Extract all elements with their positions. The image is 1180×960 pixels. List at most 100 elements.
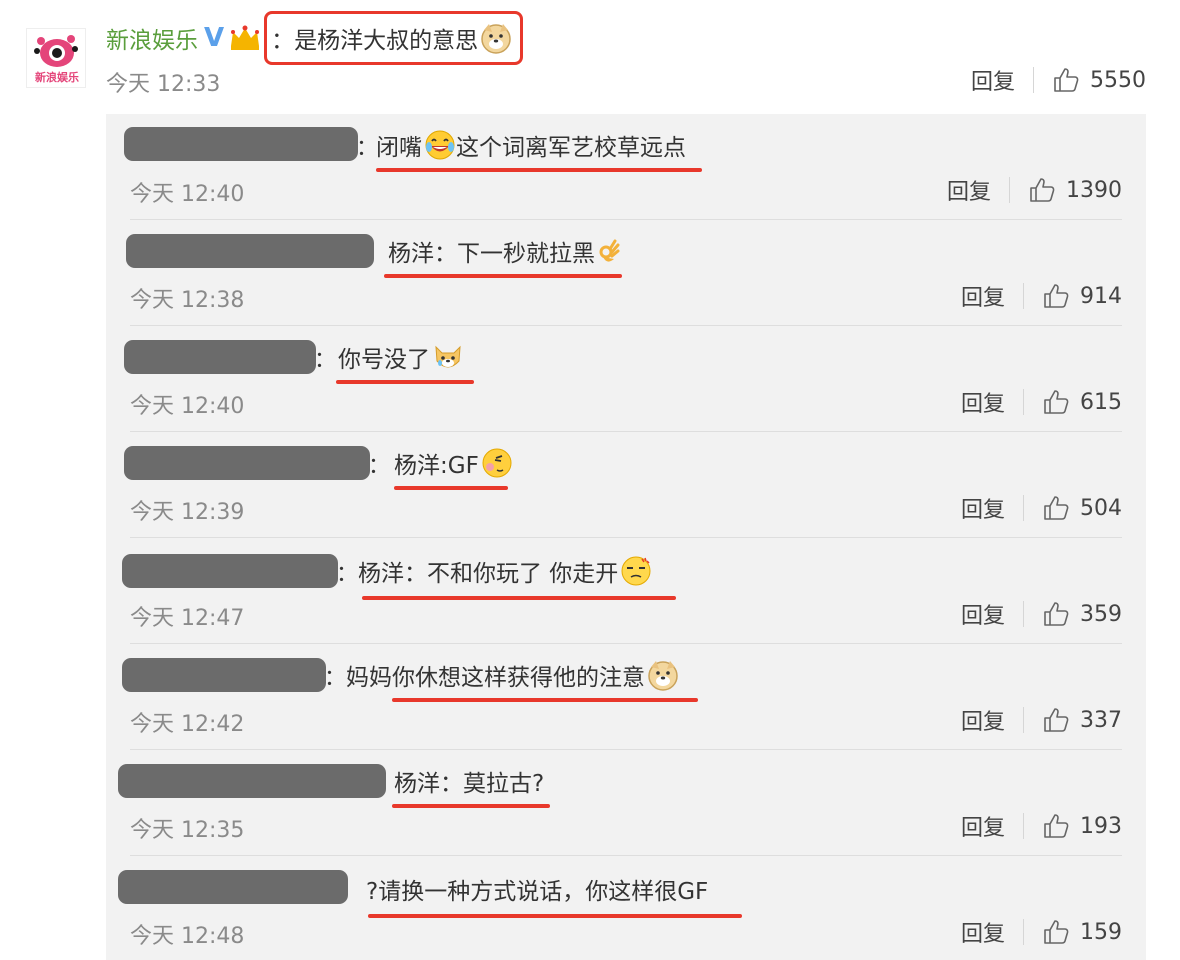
author-name[interactable]: 新浪娱乐 (106, 21, 198, 55)
reply-button[interactable]: 回复 (947, 174, 991, 206)
divider (1023, 919, 1024, 945)
thumbs-up-icon[interactable] (1028, 176, 1056, 204)
reply-time: 今天 12:39 (130, 500, 245, 525)
divider (1023, 601, 1024, 627)
divider (1009, 177, 1010, 203)
reply-item: ： 你号没了 今天 12:40 回复 615 (106, 326, 1146, 432)
reply-actions: 回复 914 (961, 280, 1122, 312)
thumbs-up-icon[interactable] (1042, 494, 1070, 522)
reply-text: 杨洋：莫拉古? (394, 771, 545, 797)
redacted-username (122, 658, 326, 692)
shy-face-icon (481, 447, 513, 479)
thumbs-up-icon[interactable] (1042, 706, 1070, 734)
red-underline (376, 168, 702, 172)
reply-actions: 回复 193 (961, 810, 1122, 842)
reply-item: ： 闭嘴 这个词离军艺校草远点 今天 12:40 回复 1390 (106, 114, 1146, 220)
like-count: 5550 (1090, 67, 1146, 93)
ok-hand-icon (597, 235, 621, 267)
red-underline (362, 596, 676, 600)
reply-button[interactable]: 回复 (961, 386, 1005, 418)
cat-doge-icon (432, 341, 464, 373)
reply-button[interactable]: 回复 (961, 916, 1005, 948)
like-count: 914 (1080, 283, 1122, 309)
reply-text: ?请换一种方式说话，你这样很GF (366, 879, 709, 905)
red-underline (394, 486, 508, 490)
red-underline (368, 914, 742, 918)
like-count: 193 (1080, 813, 1122, 839)
thumbs-up-icon[interactable] (1042, 812, 1070, 840)
redacted-username (122, 554, 338, 588)
reply-time: 今天 12:48 (130, 924, 245, 949)
reply-time: 今天 12:35 (130, 818, 245, 843)
reply-time: 今天 12:47 (130, 606, 245, 631)
red-underline (392, 804, 550, 808)
thumbs-up-icon[interactable] (1052, 66, 1080, 94)
crown-icon (228, 24, 262, 52)
reply-text: 妈妈你休想这样获得他的注意 (346, 658, 679, 692)
redacted-username (118, 764, 386, 798)
reply-text: 闭嘴 这个词离军艺校草远点 (376, 128, 686, 162)
reply-item: 杨洋：莫拉古? 今天 12:35 回复 193 (106, 750, 1146, 856)
doge-icon (647, 659, 679, 691)
reply-button[interactable]: 回复 (961, 280, 1005, 312)
replies-panel: ： 闭嘴 这个词离军艺校草远点 今天 12:40 回复 1390 杨洋：下一秒就… (106, 114, 1146, 960)
comment-actions: 回复 5550 (971, 64, 1146, 96)
reply-actions: 回复 359 (961, 598, 1122, 630)
divider (1023, 389, 1024, 415)
like-count: 1390 (1066, 177, 1122, 203)
comment-time: 今天 12:33 (106, 72, 221, 97)
red-underline (336, 380, 474, 384)
reply-item: ： 杨洋：不和你玩了 你走开 今天 12:47 回复 359 (106, 538, 1146, 644)
reply-item: ： 杨洋:GF 今天 12:39 回复 504 (106, 432, 1146, 538)
thumbs-up-icon[interactable] (1042, 600, 1070, 628)
comment-text: ：是杨洋大叔的意思 (271, 28, 479, 54)
like-count: 615 (1080, 389, 1122, 415)
redacted-username (124, 446, 370, 480)
reply-time: 今天 12:38 (130, 288, 245, 313)
like-count: 504 (1080, 495, 1122, 521)
like-count: 337 (1080, 707, 1122, 733)
divider (1023, 813, 1024, 839)
reply-actions: 回复 615 (961, 386, 1122, 418)
reply-time: 今天 12:40 (130, 394, 245, 419)
reply-item: ?请换一种方式说话，你这样很GF 今天 12:48 回复 159 (106, 856, 1146, 960)
reply-time: 今天 12:40 (130, 182, 245, 207)
reply-text: 杨洋：下一秒就拉黑 (388, 234, 621, 268)
top-comment-line: 新浪娱乐 V ：是杨洋大叔的意思 (106, 11, 524, 65)
thumbs-up-icon[interactable] (1042, 282, 1070, 310)
divider (1023, 283, 1024, 309)
reply-button[interactable]: 回复 (961, 492, 1005, 524)
divider (1023, 495, 1024, 521)
like-count: 359 (1080, 601, 1122, 627)
reply-button[interactable]: 回复 (961, 704, 1005, 736)
avatar-label: 新浪娱乐 (35, 70, 79, 84)
annoyed-face-icon (620, 555, 652, 587)
thumbs-up-icon[interactable] (1042, 918, 1070, 946)
avatar[interactable]: 新浪娱乐 (26, 28, 86, 88)
redacted-username (124, 340, 316, 374)
reply-time: 今天 12:42 (130, 712, 245, 737)
reply-text: 你号没了 (338, 340, 464, 374)
reply-actions: 回复 1390 (947, 174, 1122, 206)
reply-item: 杨洋：下一秒就拉黑 今天 12:38 回复 914 (106, 220, 1146, 326)
highlight-box: ：是杨洋大叔的意思 (264, 11, 524, 65)
redacted-username (118, 870, 348, 904)
redacted-username (126, 234, 374, 268)
thumbs-up-icon[interactable] (1042, 388, 1070, 416)
like-count: 159 (1080, 919, 1122, 945)
reply-actions: 回复 159 (961, 916, 1122, 948)
red-underline (392, 698, 698, 702)
doge-icon (480, 22, 512, 54)
reply-text: 杨洋:GF (394, 446, 513, 480)
divider (1033, 67, 1034, 93)
reply-text: 杨洋：不和你玩了 你走开 (358, 554, 652, 588)
redacted-username (124, 127, 358, 161)
red-underline (384, 274, 622, 278)
reply-button[interactable]: 回复 (971, 64, 1015, 96)
reply-actions: 回复 504 (961, 492, 1122, 524)
reply-button[interactable]: 回复 (961, 810, 1005, 842)
laugh-cry-icon (424, 129, 456, 161)
reply-actions: 回复 337 (961, 704, 1122, 736)
reply-button[interactable]: 回复 (961, 598, 1005, 630)
divider (1023, 707, 1024, 733)
